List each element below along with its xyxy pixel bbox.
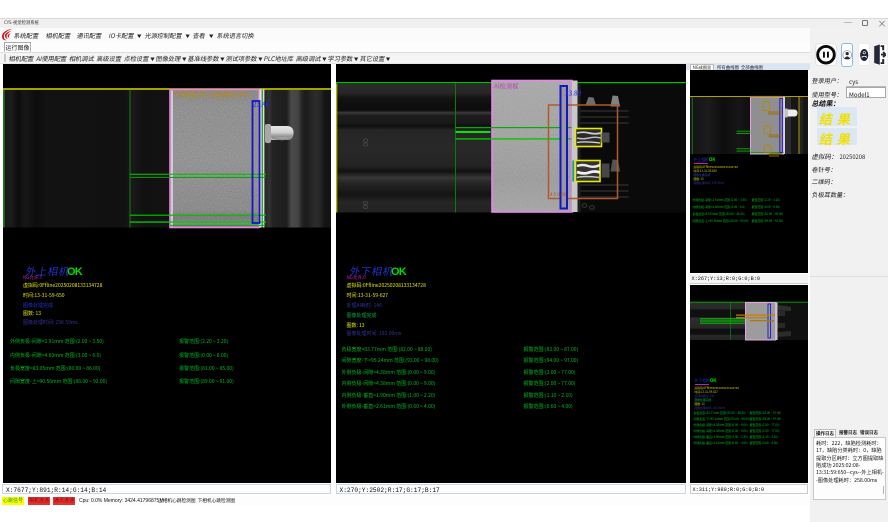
svg-text:下面阈值:93, 动态阈值:100: 下面阈值:93, 动态阈值:100 [173, 89, 248, 98]
svg-text:AI检测框: AI检测框 [494, 81, 519, 90]
svg-text:23.89: 23.89 [565, 87, 582, 97]
svg-text:23.48: 23.48 [253, 98, 270, 108]
svg-text:4.5 0.00: 4.5 0.00 [550, 192, 566, 198]
